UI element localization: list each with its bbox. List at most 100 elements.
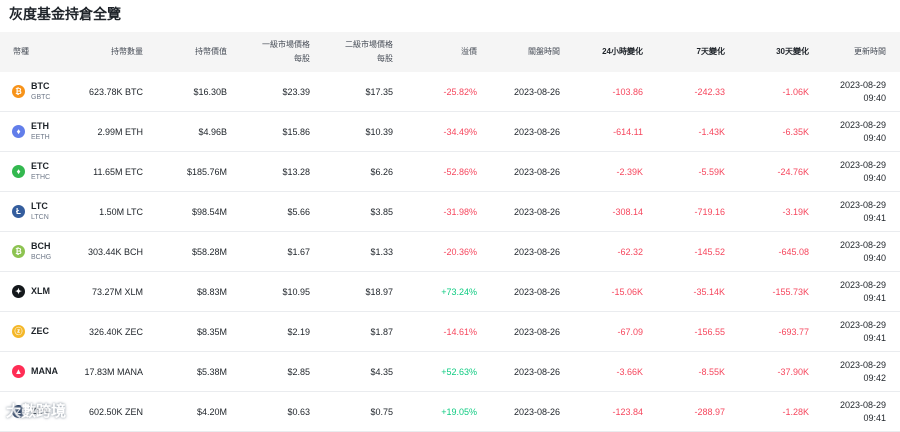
cell-value: $4.20M bbox=[196, 406, 227, 417]
cell-holdings: 602.50K ZEN bbox=[88, 406, 143, 417]
update-time: 09:41 bbox=[863, 212, 886, 223]
cell-secondary: $18.97 bbox=[365, 286, 393, 297]
cell-c30: -6.35K bbox=[782, 126, 809, 137]
cell-primary: $15.86 bbox=[282, 126, 310, 137]
update-date: 2023-08-29 bbox=[839, 359, 886, 370]
coin-cell: ▲ MANA bbox=[12, 352, 58, 391]
cell-holdings: 303.44K BCH bbox=[87, 246, 143, 257]
header-premium[interactable]: 溢價 bbox=[400, 32, 477, 72]
fund-ticker: ETHC bbox=[31, 173, 51, 181]
cell-value: $8.83M bbox=[196, 286, 227, 297]
cell-premium: +73.24% bbox=[441, 286, 477, 297]
table-row[interactable]: Ł LTC LTCN 1.50M LTC $98.54M $5.66 $3.85 -31.98… bbox=[0, 192, 900, 232]
table-row[interactable]: ♦ ETH EETH 2.99M ETH $4.96B $15.86 $10.39 -34.4… bbox=[0, 112, 900, 152]
cell-primary: $10.95 bbox=[282, 286, 310, 297]
update-date: 2023-08-29 bbox=[839, 79, 886, 90]
header-close-time[interactable]: 關盤時間 bbox=[480, 32, 560, 72]
table-row[interactable]: ₿ BTC GBTC 623.78K BTC $16.30B $23.39 $17.35 -2… bbox=[0, 72, 900, 112]
cell-secondary: $4.35 bbox=[370, 366, 393, 377]
cell-updated: 2023-08-29 09:42 bbox=[815, 352, 886, 391]
header-change-24h[interactable]: 24小時變化 bbox=[565, 32, 643, 72]
cell-updated: 2023-08-29 09:41 bbox=[815, 192, 886, 231]
decentraland-icon: ▲ bbox=[12, 365, 25, 378]
cell-holdings: 326.40K ZEC bbox=[88, 326, 143, 337]
update-time: 09:42 bbox=[863, 372, 886, 383]
cell-premium: -31.98% bbox=[443, 206, 477, 217]
table-row[interactable]: ♦ ETC ETHC 11.65M ETC $185.76M $13.28 $6.26 -52… bbox=[0, 152, 900, 192]
cell-premium: -52.86% bbox=[443, 166, 477, 177]
cell-secondary: $10.39 bbox=[365, 126, 393, 137]
cell-c7: -145.52 bbox=[694, 246, 725, 257]
update-time: 09:41 bbox=[863, 412, 886, 423]
cell-c24: -62.32 bbox=[617, 246, 643, 257]
cell-c7: -8.55K bbox=[698, 366, 725, 377]
cell-secondary: $6.26 bbox=[370, 166, 393, 177]
cell-close: 2023-08-26 bbox=[513, 286, 560, 297]
header-primary-price[interactable]: 一級市場價格 每股 bbox=[230, 32, 310, 72]
header-secondary-price[interactable]: 二級市場價格 每股 bbox=[315, 32, 393, 72]
cell-value: $185.76M bbox=[186, 166, 227, 177]
cell-close: 2023-08-26 bbox=[513, 126, 560, 137]
cell-primary: $1.67 bbox=[287, 246, 310, 257]
update-date: 2023-08-29 bbox=[839, 399, 886, 410]
header-updated[interactable]: 更新時間 bbox=[815, 32, 886, 72]
ethereum-classic-icon: ♦ bbox=[12, 165, 25, 178]
cell-c24: -123.84 bbox=[612, 406, 643, 417]
cell-c7: -719.16 bbox=[694, 206, 725, 217]
update-time: 09:40 bbox=[863, 252, 886, 263]
update-date: 2023-08-29 bbox=[839, 199, 886, 210]
bitcoin-cash-icon: ₿ bbox=[12, 245, 25, 258]
cell-holdings: 2.99M ETH bbox=[97, 126, 143, 137]
cell-close: 2023-08-26 bbox=[513, 206, 560, 217]
cell-c24: -2.39K bbox=[616, 166, 643, 177]
cell-c24: -67.09 bbox=[617, 326, 643, 337]
coin-symbol: ETH bbox=[31, 120, 49, 131]
cell-c7: -242.33 bbox=[694, 86, 725, 97]
holdings-table: 幣種 持幣數量 持幣價值 一級市場價格 每股 二級市場價格 每股 溢價 關盤時間 2… bbox=[0, 32, 900, 432]
coin-cell: ₿ BTC GBTC bbox=[12, 72, 50, 111]
cell-c24: -103.86 bbox=[612, 86, 643, 97]
table-row[interactable]: Z ZEN 602.50K ZEN $4.20M $0.63 $0.75 +19.05% 20… bbox=[0, 392, 900, 432]
cell-c7: -288.97 bbox=[694, 406, 725, 417]
cell-updated: 2023-08-29 09:40 bbox=[815, 232, 886, 271]
update-time: 09:40 bbox=[863, 92, 886, 103]
fund-ticker: GBTC bbox=[31, 93, 51, 101]
cell-c30: -37.90K bbox=[777, 366, 809, 377]
cell-secondary: $3.85 bbox=[370, 206, 393, 217]
cell-c7: -156.55 bbox=[694, 326, 725, 337]
update-time: 09:40 bbox=[863, 172, 886, 183]
cell-premium: +52.63% bbox=[441, 366, 477, 377]
table-row[interactable]: ₿ BCH BCHG 303.44K BCH $58.28M $1.67 $1.33 -20.… bbox=[0, 232, 900, 272]
header-holdings[interactable]: 持幣數量 bbox=[80, 32, 143, 72]
table-row[interactable]: ✦ XLM 73.27M XLM $8.83M $10.95 $18.97 +73.24% 2… bbox=[0, 272, 900, 312]
cell-primary: $0.63 bbox=[287, 406, 310, 417]
cell-c7: -1.43K bbox=[698, 126, 725, 137]
cell-holdings: 623.78K BTC bbox=[88, 86, 143, 97]
cell-c24: -614.11 bbox=[613, 126, 643, 137]
cell-c30: -3.19K bbox=[782, 206, 809, 217]
watermark: 大數跨境 bbox=[6, 403, 67, 420]
header-change-30d[interactable]: 30天變化 bbox=[730, 32, 809, 72]
cell-primary: $2.85 bbox=[287, 366, 310, 377]
header-change-7d[interactable]: 7天變化 bbox=[650, 32, 725, 72]
coin-symbol: ZEC bbox=[31, 326, 49, 336]
header-value[interactable]: 持幣價值 bbox=[150, 32, 227, 72]
update-date: 2023-08-29 bbox=[839, 239, 886, 250]
cell-c24: -308.14 bbox=[612, 206, 643, 217]
cell-secondary: $17.35 bbox=[365, 86, 393, 97]
cell-c30: -645.08 bbox=[778, 246, 809, 257]
cell-secondary: $1.87 bbox=[370, 326, 393, 337]
cell-premium: +19.05% bbox=[441, 406, 477, 417]
cell-updated: 2023-08-29 09:41 bbox=[815, 392, 886, 431]
table-row[interactable]: ▲ MANA 17.83M MANA $5.38M $2.85 $4.35 +52.63% 2… bbox=[0, 352, 900, 392]
cell-holdings: 1.50M LTC bbox=[99, 206, 143, 217]
coin-symbol: BCH bbox=[31, 240, 51, 251]
coin-cell: ♦ ETC ETHC bbox=[12, 152, 50, 191]
fund-ticker: EETH bbox=[31, 133, 50, 141]
table-row[interactable]: ⓩ ZEC 326.40K ZEC $8.35M $2.19 $1.87 -14.61% 20… bbox=[0, 312, 900, 352]
update-date: 2023-08-29 bbox=[839, 319, 886, 330]
cell-value: $8.35M bbox=[196, 326, 227, 337]
cell-primary: $5.66 bbox=[287, 206, 310, 217]
cell-close: 2023-08-26 bbox=[513, 246, 560, 257]
update-date: 2023-08-29 bbox=[839, 159, 886, 170]
